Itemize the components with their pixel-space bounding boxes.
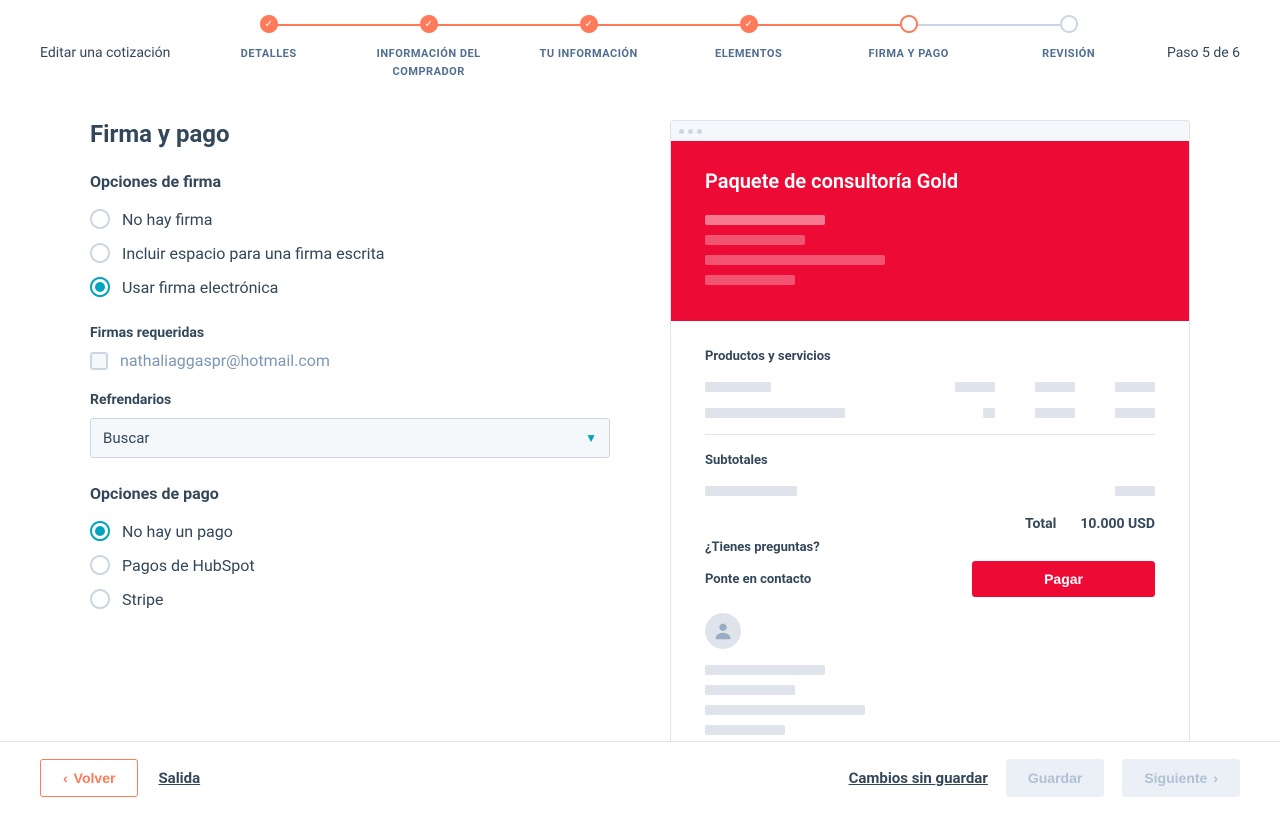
pending-step-icon (1060, 15, 1078, 33)
exit-link[interactable]: Salida (158, 769, 200, 787)
radio-hubspot-payments[interactable]: Pagos de HubSpot (90, 555, 610, 575)
chevron-left-icon: ‹ (63, 770, 68, 786)
radio-icon (90, 243, 110, 263)
back-label: Volver (74, 770, 116, 786)
radio-label: No hay firma (122, 210, 212, 229)
step-label: DETALLES (241, 45, 297, 63)
radio-selected-icon (90, 277, 110, 297)
step-label: TU INFORMACIÓN (540, 45, 638, 63)
chevron-right-icon: › (1213, 770, 1218, 786)
step-label: REVISIÓN (1042, 45, 1095, 63)
save-button[interactable]: Guardar (1006, 759, 1104, 797)
radio-stripe[interactable]: Stripe (90, 589, 610, 609)
contact-text: Ponte en contacto (705, 572, 811, 587)
step-your-info[interactable]: ✓ TU INFORMACIÓN (509, 15, 669, 63)
preview-title: Paquete de consultoría Gold (705, 169, 1155, 193)
radio-label: Stripe (122, 590, 164, 609)
required-signer-row[interactable]: nathaliaggaspr@hotmail.com (90, 351, 610, 370)
checkbox-icon[interactable] (90, 352, 108, 370)
radio-written-signature[interactable]: Incluir espacio para una firma escrita (90, 243, 610, 263)
radio-label: Usar firma electrónica (122, 278, 278, 297)
current-step-icon (900, 15, 918, 33)
step-details[interactable]: ✓ DETALLES (189, 15, 349, 63)
next-label: Siguiente (1144, 770, 1207, 786)
radio-label: Pagos de HubSpot (122, 556, 255, 575)
signature-options-heading: Opciones de firma (90, 172, 610, 191)
radio-icon (90, 209, 110, 229)
avatar-icon (705, 613, 741, 649)
chevron-down-icon: ▼ (585, 431, 597, 445)
questions-text: ¿Tienes preguntas? (705, 540, 1155, 555)
products-heading: Productos y servicios (705, 349, 1155, 364)
stepper: ✓ DETALLES ✓ INFORMACIÓN DEL COMPRADOR ✓… (170, 15, 1167, 80)
countersigners-label: Refrendarios (90, 392, 610, 408)
subtotals-heading: Subtotales (705, 453, 1155, 468)
step-sign-pay[interactable]: FIRMA Y PAGO (829, 15, 989, 63)
check-icon: ✓ (420, 15, 438, 33)
step-label: FIRMA Y PAGO (869, 45, 949, 63)
back-button[interactable]: ‹ Volver (40, 759, 138, 797)
step-elements[interactable]: ✓ ELEMENTOS (669, 15, 829, 63)
preview-header: Paquete de consultoría Gold (671, 141, 1189, 321)
signer-email: nathaliaggaspr@hotmail.com (120, 351, 330, 370)
radio-electronic-signature[interactable]: Usar firma electrónica (90, 277, 610, 297)
radio-selected-icon (90, 521, 110, 541)
step-label: INFORMACIÓN DEL COMPRADOR (359, 45, 499, 80)
radio-icon (90, 589, 110, 609)
footer-bar: ‹ Volver Salida Cambios sin guardar Guar… (0, 741, 1280, 813)
select-placeholder: Buscar (103, 429, 149, 447)
step-label: ELEMENTOS (715, 45, 782, 63)
payment-options-heading: Opciones de pago (90, 484, 610, 503)
countersigners-select[interactable]: Buscar ▼ (90, 418, 610, 458)
check-icon: ✓ (260, 15, 278, 33)
total-label: Total (1025, 516, 1056, 532)
total-value: 10.000 USD (1080, 516, 1155, 532)
page-title: Firma y pago (90, 120, 610, 148)
radio-label: Incluir espacio para una firma escrita (122, 244, 385, 263)
radio-no-payment[interactable]: No hay un pago (90, 521, 610, 541)
check-icon: ✓ (580, 15, 598, 33)
edit-quote-title: Editar una cotización (40, 45, 170, 61)
pay-button[interactable]: Pagar (972, 561, 1155, 597)
unsaved-changes-text: Cambios sin guardar (849, 769, 988, 787)
step-review[interactable]: REVISIÓN (989, 15, 1149, 63)
payment-radio-group: No hay un pago Pagos de HubSpot Stripe (90, 521, 610, 609)
quote-preview: Paquete de consultoría Gold Productos y … (670, 120, 1190, 798)
required-signatures-label: Firmas requeridas (90, 325, 610, 341)
radio-icon (90, 555, 110, 575)
signature-radio-group: No hay firma Incluir espacio para una fi… (90, 209, 610, 297)
step-count: Paso 5 de 6 (1167, 45, 1240, 61)
check-icon: ✓ (740, 15, 758, 33)
next-button[interactable]: Siguiente › (1122, 759, 1240, 797)
radio-label: No hay un pago (122, 522, 233, 541)
browser-chrome (671, 121, 1189, 141)
radio-no-signature[interactable]: No hay firma (90, 209, 610, 229)
